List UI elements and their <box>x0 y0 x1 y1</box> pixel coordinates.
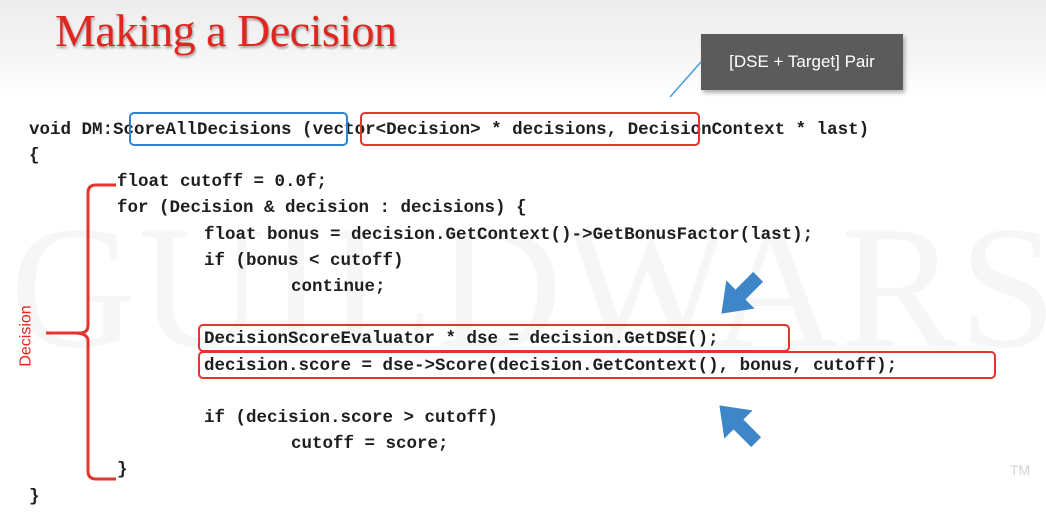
callout-pointer <box>669 61 702 98</box>
decision-side-label: Decision <box>4 305 50 367</box>
curly-brace-icon <box>72 183 116 481</box>
arrow-up-left-icon <box>719 405 762 448</box>
code-line-if-bonus: if (bonus < cutoff) <box>204 251 404 271</box>
decisions-param-highlight <box>360 112 700 146</box>
function-name-highlight <box>129 112 348 146</box>
annotation-overlay <box>46 61 764 481</box>
score-call-highlight <box>198 351 996 379</box>
code-line-for: for (Decision & decision : decisions) { <box>117 198 527 218</box>
code-line-bonus: float bonus = decision.GetContext()->Get… <box>204 225 814 245</box>
code-sig-return: void DM: <box>29 120 114 140</box>
decision-label-text: Decision <box>18 305 36 367</box>
code-line-close-brace: } <box>29 487 40 507</box>
code-line-continue: continue; <box>291 277 386 297</box>
code-line-cutoff: float cutoff = 0.0f; <box>117 172 328 192</box>
get-dse-highlight <box>198 324 790 352</box>
slide: GUILDWARS TM Making a Decision [DSE + Ta… <box>0 0 1046 526</box>
code-line-cutoff-assign: cutoff = score; <box>291 434 449 454</box>
code-line-close-for: } <box>117 460 128 480</box>
code-line-open-brace: { <box>29 146 40 166</box>
code-line-if-score: if (decision.score > cutoff) <box>204 408 499 428</box>
arrow-down-left-icon <box>721 271 764 314</box>
